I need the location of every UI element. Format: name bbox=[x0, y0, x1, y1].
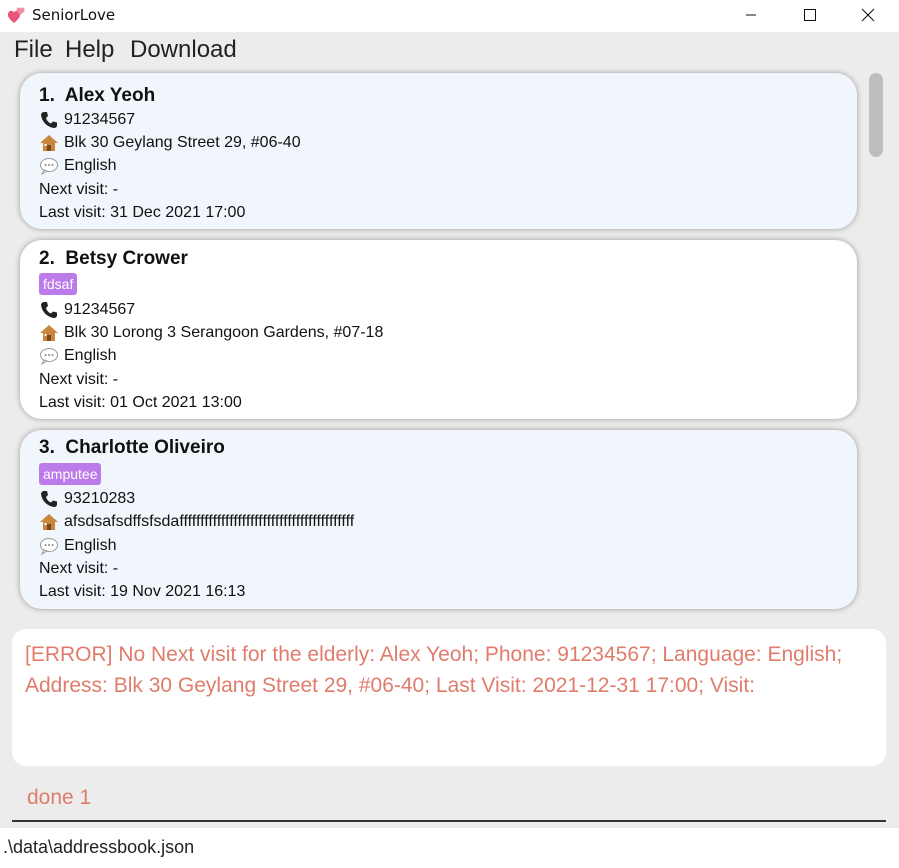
language-row: English bbox=[39, 537, 116, 555]
last-visit: Last visit: 31 Dec 2021 17:00 bbox=[39, 204, 246, 221]
person-name: Alex Yeoh bbox=[64, 85, 156, 106]
scrollbar-thumb[interactable] bbox=[869, 73, 883, 157]
person-phone: 91234567 bbox=[64, 111, 136, 128]
house-icon bbox=[39, 324, 59, 342]
person-index: 1. bbox=[39, 85, 55, 106]
language-row: English bbox=[39, 157, 116, 175]
language-row: English bbox=[39, 347, 116, 365]
phone-icon bbox=[39, 490, 59, 508]
close-button[interactable] bbox=[845, 0, 891, 30]
person-list[interactable]: 1. Alex Yeoh 91234567 Blk 30 Geylang Str… bbox=[0, 68, 899, 616]
person-name-line: 1. Alex Yeoh bbox=[39, 85, 155, 107]
person-card[interactable]: 1. Alex Yeoh 91234567 Blk 30 Geylang Str… bbox=[20, 73, 857, 229]
speech-bubble-icon bbox=[39, 347, 59, 365]
menu-download[interactable]: Download bbox=[130, 36, 237, 64]
maximize-button[interactable] bbox=[787, 0, 833, 30]
address-row: afsdsafsdffsfsdaffffffffffffffffffffffff… bbox=[39, 513, 354, 531]
phone-icon bbox=[39, 301, 59, 319]
menu-file[interactable]: File bbox=[14, 36, 53, 64]
phone-row: 91234567 bbox=[39, 301, 135, 319]
house-icon bbox=[39, 134, 59, 152]
person-name: Betsy Crower bbox=[65, 248, 188, 269]
close-icon bbox=[861, 8, 875, 22]
person-name-line: 2. Betsy Crower bbox=[39, 248, 188, 270]
person-phone: 91234567 bbox=[64, 301, 136, 318]
result-display[interactable]: [ERROR] No Next visit for the elderly: A… bbox=[12, 629, 886, 766]
window-title: SeniorLove bbox=[32, 6, 116, 24]
house-icon bbox=[39, 513, 59, 531]
menu-bar: File Help Download bbox=[0, 32, 899, 68]
person-language: English bbox=[64, 537, 117, 554]
save-file-path: .\data\addressbook.json bbox=[3, 837, 195, 857]
phone-row: 91234567 bbox=[39, 111, 135, 129]
maximize-icon bbox=[804, 9, 816, 21]
phone-row: 93210283 bbox=[39, 490, 135, 508]
result-message: [ERROR] No Next visit for the elderly: A… bbox=[25, 643, 843, 697]
person-phone: 93210283 bbox=[64, 490, 136, 507]
person-address: afsdsafsdffsfsdaffffffffffffffffffffffff… bbox=[64, 513, 355, 530]
person-language: English bbox=[64, 347, 117, 364]
speech-bubble-icon bbox=[39, 157, 59, 175]
person-language: English bbox=[64, 157, 117, 174]
title-bar: SeniorLove bbox=[0, 0, 899, 32]
person-card[interactable]: 3. Charlotte Oliveiro amputee 93210283 a… bbox=[20, 430, 857, 609]
person-name-line: 3. Charlotte Oliveiro bbox=[39, 437, 225, 459]
person-address: Blk 30 Lorong 3 Serangoon Gardens, #07-1… bbox=[64, 324, 384, 341]
person-address: Blk 30 Geylang Street 29, #06-40 bbox=[64, 134, 301, 151]
next-visit: Next visit: - bbox=[39, 371, 119, 388]
next-visit: Next visit: - bbox=[39, 560, 119, 577]
minimize-icon bbox=[746, 14, 756, 16]
person-card[interactable]: 2. Betsy Crower fdsaf 91234567 Blk 30 Lo… bbox=[20, 240, 857, 419]
command-box[interactable]: done 1 bbox=[12, 776, 886, 822]
last-visit: Last visit: 19 Nov 2021 16:13 bbox=[39, 583, 246, 600]
last-visit: Last visit: 01 Oct 2021 13:00 bbox=[39, 394, 242, 411]
speech-bubble-icon bbox=[39, 537, 59, 555]
tag-badge: fdsaf bbox=[39, 273, 78, 295]
menu-help[interactable]: Help bbox=[65, 36, 114, 64]
person-name: Charlotte Oliveiro bbox=[65, 437, 225, 458]
person-index: 3. bbox=[39, 437, 55, 458]
tag-badge: amputee bbox=[39, 463, 102, 485]
command-input[interactable]: done 1 bbox=[27, 786, 91, 810]
address-row: Blk 30 Lorong 3 Serangoon Gardens, #07-1… bbox=[39, 324, 383, 342]
phone-icon bbox=[39, 111, 59, 129]
status-bar: .\data\addressbook.json bbox=[0, 828, 899, 868]
address-row: Blk 30 Geylang Street 29, #06-40 bbox=[39, 134, 301, 152]
minimize-button[interactable] bbox=[728, 0, 774, 30]
next-visit: Next visit: - bbox=[39, 181, 119, 198]
two-hearts-icon bbox=[6, 4, 28, 26]
person-index: 2. bbox=[39, 248, 55, 269]
